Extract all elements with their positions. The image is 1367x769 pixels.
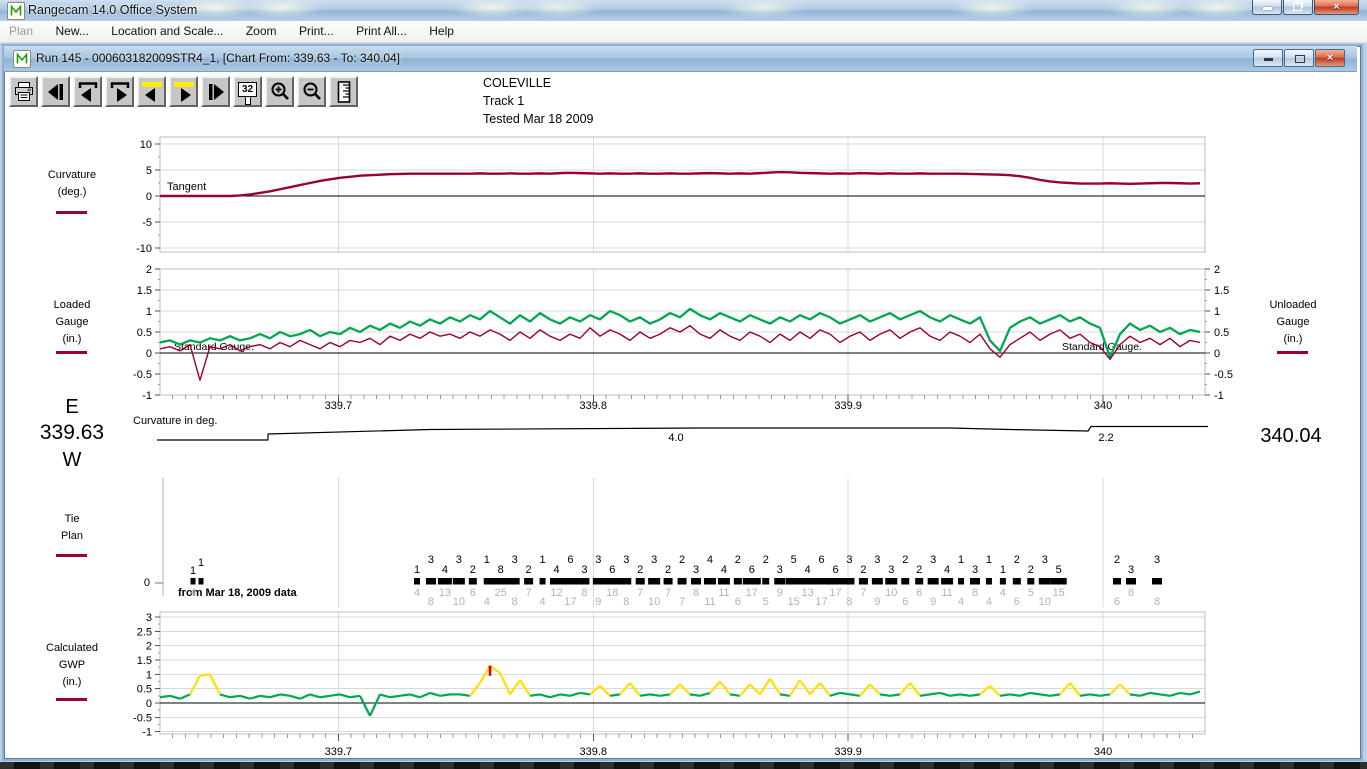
maximize-icon [1295,55,1305,63]
defect-left-button[interactable] [137,76,166,107]
milepost-post-icon [245,97,251,105]
zoom-in-button[interactable] [265,76,294,107]
milepost-32-button[interactable]: 32 [233,76,262,107]
close-button[interactable]: × [1314,0,1359,15]
strip-segment-value: 4.0 [656,432,696,444]
close-icon: × [1315,0,1358,14]
child-close-button[interactable]: × [1315,49,1345,67]
loaded-gauge-legend-swatch [56,351,87,354]
arrow-right-yellow-icon [173,80,195,104]
arrow-left-bracket-icon [77,80,99,104]
tie-plan-note: from Mar 18, 2009 data [178,587,297,599]
minimize-icon [1264,58,1273,61]
menu-bar: Plan New... Location and Scale... Zoom P… [0,21,1367,43]
header-tested-date: Tested Mar 18 2009 [483,112,594,126]
direction-east-label: E [39,396,105,419]
defect-right-button[interactable] [169,76,198,107]
menu-item-print-all[interactable]: Print All... [347,21,416,38]
gwp-panel-label: CalculatedGWP(in.) [24,640,120,691]
taskbar-strip [0,762,1367,769]
printer-icon [13,80,35,104]
ruler-icon [333,80,355,104]
child-minimize-button[interactable] [1253,49,1283,67]
tie-plan-legend-swatch [56,554,87,557]
section-left-button[interactable] [73,76,102,107]
page-left-button[interactable] [41,76,70,107]
ruler-button[interactable] [329,76,358,107]
end-milepost-label: 340.04 [1247,425,1335,448]
unloaded-gauge-legend-swatch [1277,351,1308,354]
menu-item-new[interactable]: New... [46,21,97,38]
close-icon: × [1316,50,1344,67]
chart-window [2,44,1363,761]
milepost-sign-icon: 32 [238,82,257,97]
arrow-left-bar-icon [45,80,67,104]
header-track: Track 1 [483,94,524,108]
toolbar: 32 [9,76,358,107]
chart-window-titlebar: Run 145 - 000603182009STR4_1, [Chart Fro… [4,46,1357,72]
restore-button[interactable] [1283,0,1313,15]
zoom-out-button[interactable] [297,76,326,107]
arrow-left-yellow-icon [141,80,163,104]
menu-item-plan[interactable]: Plan [0,21,42,38]
app-window: Rangecam 14.0 Office System × Plan New..… [0,0,1367,769]
menu-item-print[interactable]: Print... [290,21,343,38]
curvature-panel-label: Curvature(deg.) [24,167,120,201]
strip-label: Curvature in deg. [133,415,217,427]
minimize-button[interactable] [1252,0,1282,15]
section-right-button[interactable] [105,76,134,107]
chart-window-icon [13,50,31,68]
menu-item-zoom[interactable]: Zoom [237,21,286,38]
start-milepost-label: 339.63 [27,421,117,445]
app-icon [7,2,25,20]
print-button[interactable] [9,76,38,107]
zoom-out-icon [301,80,323,104]
minimize-icon [1263,7,1272,10]
arrow-right-bar-icon [205,80,227,104]
chart-window-title: Run 145 - 000603182009STR4_1, [Chart Fro… [36,51,400,65]
curvature-legend-swatch [56,211,87,214]
tie-plan-panel-label: TiePlan [24,511,120,545]
app-title: Rangecam 14.0 Office System [28,3,197,17]
menu-item-help[interactable]: Help [420,21,463,38]
header-location: COLEVILLE [483,76,551,90]
child-maximize-button[interactable] [1284,49,1314,67]
loaded-gauge-panel-label: LoadedGauge(in.) [24,297,120,348]
app-titlebar: Rangecam 14.0 Office System × [0,0,1367,21]
page-right-button[interactable] [201,76,230,107]
unloaded-gauge-panel-label: UnloadedGauge(in.) [1245,297,1341,348]
strip-segment-value: 2.2 [1086,432,1126,444]
arrow-right-bracket-icon [109,80,131,104]
gwp-legend-swatch [56,698,87,701]
direction-west-label: W [39,449,105,472]
restore-icon [1293,3,1302,11]
zoom-in-icon [269,80,291,104]
menu-item-location-and-scale[interactable]: Location and Scale... [102,21,232,38]
